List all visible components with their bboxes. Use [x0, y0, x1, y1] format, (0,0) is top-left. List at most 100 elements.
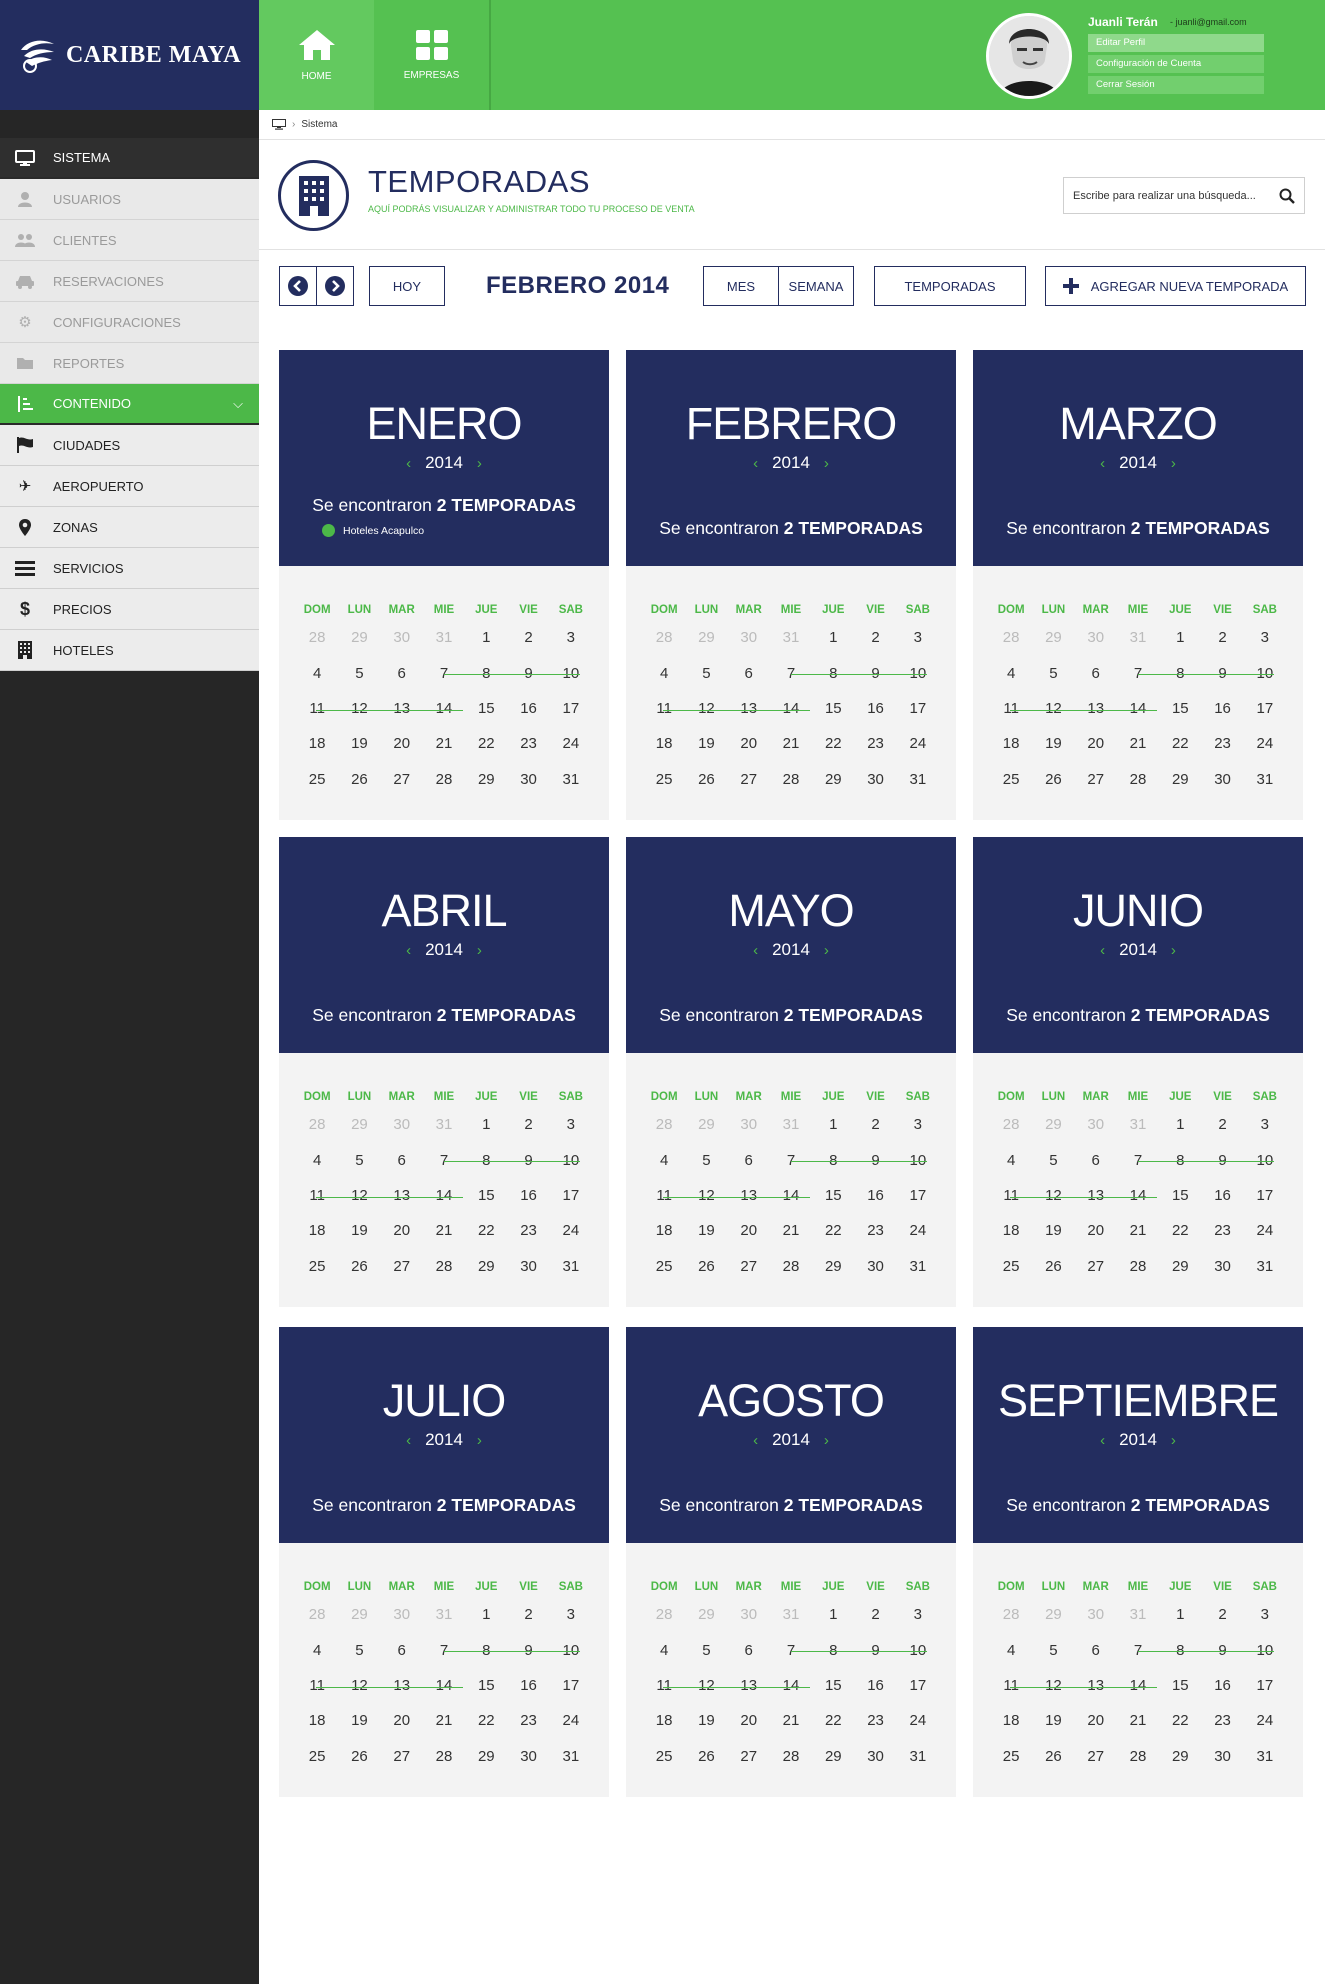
- day-cell[interactable]: 12: [1032, 1677, 1074, 1694]
- day-cell[interactable]: 28: [1117, 1258, 1159, 1275]
- day-cell[interactable]: 11: [990, 700, 1032, 717]
- day-cell[interactable]: 30: [1075, 1116, 1117, 1133]
- day-cell[interactable]: 26: [338, 771, 380, 788]
- day-cell[interactable]: 23: [1201, 1222, 1243, 1239]
- chevron-right-icon[interactable]: ›: [477, 1432, 482, 1449]
- day-cell[interactable]: 20: [381, 1712, 423, 1729]
- day-cell[interactable]: 13: [1075, 1677, 1117, 1694]
- sidebar-item-clientes[interactable]: CLIENTES: [0, 220, 259, 261]
- day-cell[interactable]: 3: [550, 1116, 592, 1133]
- day-cell[interactable]: 31: [1117, 1116, 1159, 1133]
- day-cell[interactable]: 11: [643, 700, 685, 717]
- day-cell[interactable]: 20: [728, 1712, 770, 1729]
- day-cell[interactable]: 12: [685, 700, 727, 717]
- day-cell[interactable]: 19: [338, 735, 380, 752]
- day-cell[interactable]: 4: [990, 1152, 1032, 1169]
- day-cell[interactable]: 28: [1117, 771, 1159, 788]
- chevron-left-icon[interactable]: ‹: [406, 942, 411, 959]
- day-cell[interactable]: 27: [1075, 771, 1117, 788]
- day-cell[interactable]: 11: [296, 1677, 338, 1694]
- week-view-button[interactable]: SEMANA: [778, 266, 854, 306]
- day-cell[interactable]: 20: [1075, 735, 1117, 752]
- day-cell[interactable]: 14: [770, 700, 812, 717]
- day-cell[interactable]: 29: [1159, 1258, 1201, 1275]
- day-cell[interactable]: 30: [507, 1748, 549, 1765]
- day-cell[interactable]: 17: [897, 700, 939, 717]
- account-settings-link[interactable]: Configuración de Cuenta: [1088, 55, 1264, 73]
- day-cell[interactable]: 29: [1032, 1116, 1074, 1133]
- day-cell[interactable]: 29: [812, 1258, 854, 1275]
- day-cell[interactable]: 14: [423, 700, 465, 717]
- day-cell[interactable]: 1: [465, 1116, 507, 1133]
- day-cell[interactable]: 17: [897, 1677, 939, 1694]
- day-cell[interactable]: 4: [296, 1642, 338, 1659]
- day-cell[interactable]: 19: [685, 735, 727, 752]
- day-cell[interactable]: 29: [338, 629, 380, 646]
- day-cell[interactable]: 17: [550, 700, 592, 717]
- day-cell[interactable]: 30: [854, 1748, 896, 1765]
- day-cell[interactable]: 28: [770, 771, 812, 788]
- day-cell[interactable]: 1: [465, 629, 507, 646]
- day-cell[interactable]: 3: [550, 629, 592, 646]
- day-cell[interactable]: 5: [338, 665, 380, 682]
- day-cell[interactable]: 3: [1244, 1606, 1286, 1623]
- day-cell[interactable]: 14: [1117, 700, 1159, 717]
- chevron-right-icon[interactable]: ›: [824, 455, 829, 472]
- day-cell[interactable]: 25: [296, 1748, 338, 1765]
- day-cell[interactable]: 15: [1159, 1187, 1201, 1204]
- day-cell[interactable]: 11: [990, 1677, 1032, 1694]
- day-cell[interactable]: 6: [1075, 665, 1117, 682]
- day-cell[interactable]: 24: [897, 1222, 939, 1239]
- day-cell[interactable]: 4: [990, 665, 1032, 682]
- day-cell[interactable]: 22: [1159, 735, 1201, 752]
- day-cell[interactable]: 29: [1032, 1606, 1074, 1623]
- day-cell[interactable]: 29: [465, 1748, 507, 1765]
- day-cell[interactable]: 6: [381, 665, 423, 682]
- day-cell[interactable]: 22: [812, 1222, 854, 1239]
- day-cell[interactable]: 25: [990, 1258, 1032, 1275]
- day-cell[interactable]: 3: [897, 1606, 939, 1623]
- day-cell[interactable]: 29: [812, 1748, 854, 1765]
- day-cell[interactable]: 17: [1244, 700, 1286, 717]
- day-cell[interactable]: 29: [1032, 629, 1074, 646]
- day-cell[interactable]: 15: [812, 1187, 854, 1204]
- day-cell[interactable]: 14: [770, 1187, 812, 1204]
- sidebar-item-precios[interactable]: $ PRECIOS: [0, 589, 259, 630]
- day-cell[interactable]: 19: [338, 1222, 380, 1239]
- day-cell[interactable]: 18: [990, 735, 1032, 752]
- day-cell[interactable]: 18: [643, 1222, 685, 1239]
- day-cell[interactable]: 11: [296, 700, 338, 717]
- day-cell[interactable]: 18: [643, 735, 685, 752]
- day-cell[interactable]: 23: [854, 735, 896, 752]
- day-cell[interactable]: 19: [685, 1712, 727, 1729]
- day-cell[interactable]: 15: [465, 700, 507, 717]
- day-cell[interactable]: 5: [685, 665, 727, 682]
- day-cell[interactable]: 16: [854, 700, 896, 717]
- day-cell[interactable]: 13: [728, 1677, 770, 1694]
- day-cell[interactable]: 30: [854, 771, 896, 788]
- day-cell[interactable]: 26: [685, 1258, 727, 1275]
- day-cell[interactable]: 27: [1075, 1258, 1117, 1275]
- day-cell[interactable]: 15: [465, 1187, 507, 1204]
- day-cell[interactable]: 15: [465, 1677, 507, 1694]
- day-cell[interactable]: 2: [1201, 629, 1243, 646]
- day-cell[interactable]: 22: [812, 735, 854, 752]
- day-cell[interactable]: 1: [465, 1606, 507, 1623]
- day-cell[interactable]: 17: [1244, 1677, 1286, 1694]
- chevron-left-icon[interactable]: ‹: [406, 455, 411, 472]
- day-cell[interactable]: 18: [296, 1712, 338, 1729]
- day-cell[interactable]: 28: [423, 1748, 465, 1765]
- day-cell[interactable]: 30: [1075, 629, 1117, 646]
- day-cell[interactable]: 17: [550, 1187, 592, 1204]
- chevron-right-icon[interactable]: ›: [477, 942, 482, 959]
- edit-profile-link[interactable]: Editar Perfil: [1088, 34, 1264, 52]
- day-cell[interactable]: 21: [1117, 735, 1159, 752]
- day-cell[interactable]: 11: [643, 1677, 685, 1694]
- day-cell[interactable]: 2: [854, 1606, 896, 1623]
- day-cell[interactable]: 14: [1117, 1187, 1159, 1204]
- day-cell[interactable]: 27: [1075, 1748, 1117, 1765]
- day-cell[interactable]: 5: [338, 1642, 380, 1659]
- day-cell[interactable]: 19: [1032, 1712, 1074, 1729]
- chevron-right-icon[interactable]: ›: [1171, 455, 1176, 472]
- day-cell[interactable]: 31: [1244, 1258, 1286, 1275]
